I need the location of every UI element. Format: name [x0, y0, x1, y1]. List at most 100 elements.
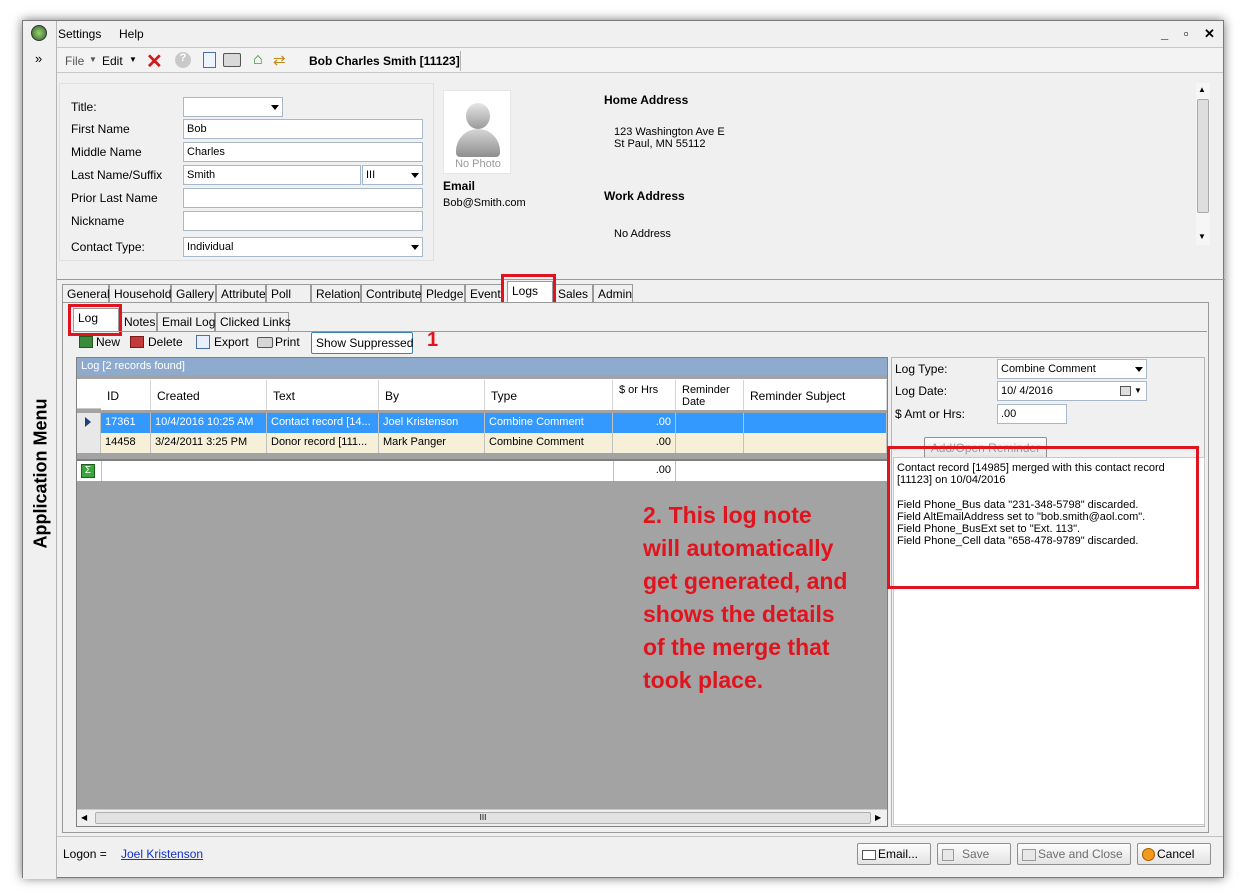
- delete-button[interactable]: Delete: [148, 335, 183, 349]
- tab-admin[interactable]: Admin: [593, 284, 633, 303]
- tab-event[interactable]: Event: [465, 284, 503, 303]
- save-and-close-button[interactable]: Save and Close: [1017, 843, 1131, 865]
- row-text[interactable]: Contact record [14...: [267, 413, 379, 433]
- first-name-field[interactable]: Bob: [183, 119, 423, 139]
- tab-contribute[interactable]: Contribute: [361, 284, 421, 303]
- calendar-icon[interactable]: [1120, 386, 1131, 396]
- row-reminder-date[interactable]: [676, 413, 744, 433]
- hscroll-thumb[interactable]: III: [95, 812, 871, 824]
- row-selector[interactable]: [77, 413, 101, 433]
- subtab-clicked-links[interactable]: Clicked Links: [215, 312, 291, 331]
- log-type-combo[interactable]: Combine Comment: [997, 359, 1147, 379]
- row-reminder-date[interactable]: [676, 433, 744, 453]
- print-icon[interactable]: [257, 337, 273, 348]
- excel-icon[interactable]: Σ: [81, 464, 95, 478]
- tab-poll[interactable]: Poll: [266, 284, 311, 303]
- tab-attribute[interactable]: Attribute: [216, 284, 266, 303]
- contact-photo[interactable]: No Photo: [443, 90, 511, 174]
- annotation-text: 2. This log note will automatically get …: [643, 499, 883, 697]
- suffix-combo[interactable]: III: [362, 165, 423, 185]
- tab-gallery[interactable]: Gallery: [171, 284, 216, 303]
- row-text[interactable]: Donor record [111...: [267, 433, 379, 453]
- export-button[interactable]: Export: [214, 335, 249, 349]
- row-amount[interactable]: .00: [613, 433, 676, 453]
- cancel-button[interactable]: Cancel: [1137, 843, 1211, 865]
- tab-sales[interactable]: Sales: [553, 284, 593, 303]
- tab-pledge[interactable]: Pledge: [421, 284, 465, 303]
- row-by[interactable]: Mark Panger: [379, 433, 485, 453]
- tab-general[interactable]: General: [62, 284, 110, 303]
- scroll-down-icon[interactable]: ▼: [1198, 232, 1206, 241]
- last-name-field[interactable]: Smith: [183, 165, 361, 185]
- preview-icon[interactable]: [203, 52, 216, 68]
- column-header-type[interactable]: Type: [485, 380, 613, 410]
- column-header-id[interactable]: ID: [101, 380, 151, 410]
- scroll-left-icon[interactable]: ◀: [81, 813, 87, 822]
- expand-menu-icon[interactable]: »: [35, 51, 42, 66]
- row-by[interactable]: Joel Kristenson: [379, 413, 485, 433]
- file-menu-button[interactable]: File: [65, 54, 84, 68]
- row-created[interactable]: 10/4/2016 10:25 AM: [151, 413, 267, 433]
- column-header-reminder-date[interactable]: Reminder Date: [676, 380, 744, 410]
- row-created[interactable]: 3/24/2011 3:25 PM: [151, 433, 267, 453]
- row-type[interactable]: Combine Comment: [485, 433, 613, 453]
- print-button[interactable]: Print: [275, 335, 300, 349]
- row-id[interactable]: 14458: [101, 433, 151, 453]
- edit-menu-button[interactable]: Edit: [102, 54, 123, 68]
- email-button[interactable]: Email...: [857, 843, 931, 865]
- file-dropdown-icon[interactable]: ▼: [89, 55, 97, 64]
- nickname-field[interactable]: [183, 211, 423, 231]
- splitter[interactable]: [57, 279, 1225, 280]
- subtab-notes[interactable]: Notes: [119, 312, 157, 331]
- help-icon[interactable]: ?: [175, 52, 191, 68]
- row-selector[interactable]: [77, 433, 101, 453]
- scrollbar-thumb[interactable]: [1197, 99, 1209, 213]
- tab-household[interactable]: Household: [109, 284, 171, 303]
- delete-icon[interactable]: [130, 336, 144, 348]
- grid-caption: Log [2 records found]: [77, 358, 887, 375]
- row-id[interactable]: 17361: [101, 413, 151, 433]
- printer-icon[interactable]: [223, 53, 241, 67]
- logon-user-link[interactable]: Joel Kristenson: [121, 847, 203, 861]
- chevron-down-icon[interactable]: ▼: [1134, 386, 1142, 395]
- menu-settings[interactable]: Settings: [58, 27, 101, 41]
- log-date-picker[interactable]: 10/ 4/2016 ▼: [997, 381, 1147, 401]
- save-button[interactable]: Save: [937, 843, 1011, 865]
- grid-hscrollbar[interactable]: ◀ III ▶: [77, 809, 887, 826]
- show-suppressed-button[interactable]: Show Suppressed: [311, 332, 413, 354]
- subtab-email-log[interactable]: Email Log: [157, 312, 215, 331]
- new-button[interactable]: New: [96, 335, 120, 349]
- table-row[interactable]: 14458 3/24/2011 3:25 PM Donor record [11…: [77, 433, 887, 453]
- column-header-amount[interactable]: $ or Hrs: [613, 380, 676, 410]
- row-type[interactable]: Combine Comment: [485, 413, 613, 433]
- export-icon[interactable]: [196, 335, 210, 349]
- row-reminder-subject[interactable]: [744, 413, 887, 433]
- application-menu-bar[interactable]: » Application Menu: [23, 21, 57, 879]
- row-reminder-subject[interactable]: [744, 433, 887, 453]
- window-controls[interactable]: _ ▫ ✕: [1161, 26, 1221, 42]
- application-menu-label[interactable]: Application Menu: [31, 399, 52, 549]
- column-header-text[interactable]: Text: [267, 380, 379, 410]
- contact-type-combo[interactable]: Individual: [183, 237, 423, 257]
- header-scrollbar[interactable]: ▲ ▼: [1196, 83, 1210, 245]
- home-icon[interactable]: ⌂: [253, 51, 263, 69]
- chevron-down-icon: [271, 105, 279, 110]
- column-header-reminder-subject[interactable]: Reminder Subject: [744, 380, 887, 410]
- title-combo[interactable]: [183, 97, 283, 117]
- column-header-by[interactable]: By: [379, 380, 485, 410]
- delete-record-icon[interactable]: ✕: [146, 49, 163, 74]
- edit-dropdown-icon[interactable]: ▼: [129, 55, 137, 64]
- middle-name-field[interactable]: Charles: [183, 142, 423, 162]
- prior-last-name-field[interactable]: [183, 188, 423, 208]
- tab-relation[interactable]: Relation: [311, 284, 361, 303]
- scroll-up-icon[interactable]: ▲: [1198, 85, 1206, 94]
- amount-field[interactable]: .00: [997, 404, 1067, 424]
- email-value[interactable]: Bob@Smith.com: [443, 197, 526, 209]
- row-amount[interactable]: .00: [613, 413, 676, 433]
- menu-help[interactable]: Help: [119, 27, 144, 41]
- new-icon[interactable]: [79, 336, 93, 348]
- column-header-created[interactable]: Created: [151, 380, 267, 410]
- scroll-right-icon[interactable]: ▶: [875, 813, 881, 822]
- merge-icon[interactable]: ⇄: [273, 51, 286, 69]
- table-row[interactable]: 17361 10/4/2016 10:25 AM Contact record …: [77, 413, 887, 433]
